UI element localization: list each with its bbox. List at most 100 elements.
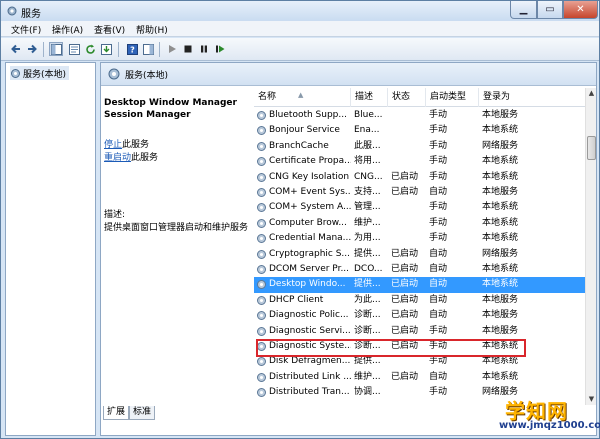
table-row[interactable]: DCOM Server Pr... DCO... 已启动 自动 本地系统 bbox=[254, 262, 585, 277]
scroll-up-icon[interactable]: ▲ bbox=[586, 88, 597, 99]
service-description: 提供... bbox=[354, 279, 381, 290]
service-startup-type: 手动 bbox=[429, 202, 448, 213]
tree-item-services-local[interactable]: 服务(本地) bbox=[10, 66, 70, 80]
table-row[interactable]: Certificate Propa... 将用... 手动 本地系统 bbox=[254, 154, 585, 169]
restart-service-link[interactable]: 重启动 bbox=[104, 153, 131, 163]
maximize-button[interactable]: ▭ bbox=[537, 1, 563, 19]
pause-icon bbox=[201, 45, 207, 53]
back-button[interactable] bbox=[9, 42, 23, 56]
export-list-button[interactable] bbox=[99, 42, 113, 56]
selected-row-highlight bbox=[256, 339, 526, 357]
service-status bbox=[391, 200, 427, 215]
content-pane: 服务(本地) Desktop Window Manager Session Ma… bbox=[100, 62, 597, 436]
watermark-logo: 学知网 www.jmqz1000.com bbox=[495, 395, 600, 437]
forward-button[interactable] bbox=[25, 42, 39, 56]
console-tree-icon bbox=[50, 43, 62, 55]
menu-file[interactable]: 文件(F) bbox=[11, 23, 41, 36]
show-hide-action-pane-button[interactable] bbox=[141, 42, 155, 56]
service-description: CNG... bbox=[354, 171, 383, 182]
service-gear-icon bbox=[257, 234, 266, 244]
column-header-status[interactable]: 状态 bbox=[388, 88, 426, 107]
pause-service-button[interactable] bbox=[197, 42, 211, 56]
service-description: 支持... bbox=[354, 187, 381, 197]
stop-service-button[interactable] bbox=[181, 42, 195, 56]
service-gear-icon bbox=[257, 111, 266, 120]
watermark-url: www.jmqz1000.com bbox=[499, 420, 600, 431]
service-description: 协调... bbox=[354, 387, 381, 398]
service-title: Desktop Window Manager Session Manager bbox=[104, 97, 249, 121]
tab-extended[interactable]: 扩展 bbox=[103, 406, 130, 420]
minimize-button[interactable]: ▁ bbox=[510, 1, 537, 19]
table-row[interactable]: BranchCache 此服... 手动 网络服务 bbox=[254, 139, 585, 154]
column-header-description[interactable]: 描述 bbox=[351, 88, 388, 107]
service-status bbox=[391, 216, 427, 231]
table-row[interactable]: Cryptographic S... 提供... 已启动 自动 网络服务 bbox=[254, 247, 585, 262]
menu-action[interactable]: 操作(A) bbox=[52, 23, 83, 36]
table-row[interactable]: Distributed Link ... 维护... 已启动 自动 本地系统 bbox=[254, 370, 585, 385]
menu-bar: 文件(F) 操作(A) 查看(V) 帮助(H) bbox=[1, 21, 599, 37]
service-gear-icon bbox=[257, 218, 266, 228]
toolbar-separator bbox=[118, 42, 119, 57]
table-row[interactable]: COM+ Event Sys... 支持... 已启动 自动 本地服务 bbox=[254, 185, 585, 200]
service-status: 已启动 bbox=[391, 187, 419, 197]
stop-icon bbox=[184, 45, 192, 53]
table-row[interactable]: Desktop Windo... 提供... 已启动 自动 本地系统 bbox=[254, 277, 585, 293]
service-name: DHCP Client bbox=[269, 294, 324, 305]
service-gear-icon bbox=[257, 172, 266, 182]
table-row[interactable]: Computer Brow... 维护... 手动 本地系统 bbox=[254, 216, 585, 231]
table-row[interactable]: Bonjour Service Ena... 手动 本地系统 bbox=[254, 123, 585, 138]
service-name: Distributed Tran... bbox=[269, 387, 350, 398]
export-list-icon bbox=[100, 43, 112, 55]
service-description: 诊断... bbox=[354, 310, 381, 321]
service-log-on-as: 网络服务 bbox=[482, 248, 519, 259]
column-header-startup-type[interactable]: 启动类型 bbox=[426, 88, 479, 107]
service-gear-icon bbox=[257, 126, 266, 136]
refresh-icon bbox=[85, 44, 95, 54]
refresh-button[interactable] bbox=[83, 42, 97, 56]
service-status: 已启动 bbox=[391, 325, 419, 336]
service-description: DCO... bbox=[354, 264, 383, 274]
service-description: 将用... bbox=[354, 156, 381, 167]
table-row[interactable]: COM+ System A... 管理... 手动 本地系统 bbox=[254, 200, 585, 215]
close-button[interactable]: ✕ bbox=[563, 1, 598, 19]
column-header-name[interactable]: 名称 ▲ bbox=[254, 88, 351, 107]
tab-standard[interactable]: 标准 bbox=[129, 406, 156, 420]
stop-service-link[interactable]: 停止 bbox=[104, 140, 122, 150]
service-title-line: Session Manager bbox=[104, 110, 191, 120]
table-row[interactable]: DHCP Client 为此... 已启动 自动 本地服务 bbox=[254, 293, 585, 308]
help-button[interactable]: ? bbox=[125, 42, 139, 56]
service-startup-type: 自动 bbox=[429, 187, 448, 197]
service-gear-icon bbox=[257, 388, 266, 398]
menu-help[interactable]: 帮助(H) bbox=[136, 23, 168, 36]
menu-view[interactable]: 查看(V) bbox=[94, 23, 125, 36]
service-gear-icon bbox=[257, 265, 266, 274]
table-row[interactable]: Diagnostic Servi... 诊断... 已启动 手动 本地服务 bbox=[254, 324, 585, 339]
table-row[interactable]: Diagnostic Polic... 诊断... 已启动 自动 本地服务 bbox=[254, 308, 585, 323]
start-service-button[interactable] bbox=[165, 42, 179, 56]
service-name: BranchCache bbox=[269, 140, 329, 151]
service-startup-type: 自动 bbox=[429, 279, 448, 290]
table-row[interactable]: CNG Key Isolation CNG... 已启动 手动 本地系统 bbox=[254, 170, 585, 185]
table-row[interactable]: Bluetooth Supp... Blue... 手动 本地服务 bbox=[254, 108, 585, 123]
vertical-scrollbar[interactable]: ▲ ▼ bbox=[585, 88, 596, 405]
service-log-on-as: 本地服务 bbox=[482, 187, 519, 197]
content-header: 服务(本地) bbox=[101, 63, 596, 86]
service-log-on-as: 本地服务 bbox=[482, 294, 519, 305]
restart-service-button[interactable] bbox=[213, 42, 227, 56]
service-description: 维护... bbox=[354, 217, 381, 228]
service-gear-icon bbox=[257, 141, 266, 151]
column-header-log-on-as[interactable]: 登录为 bbox=[479, 88, 585, 107]
minimize-icon: ▁ bbox=[519, 4, 528, 15]
title-bar[interactable]: 服务 ▁ ▭ ✕ bbox=[1, 1, 599, 21]
service-description: 诊断... bbox=[354, 325, 381, 336]
service-startup-type: 手动 bbox=[429, 217, 448, 228]
service-startup-type: 自动 bbox=[429, 371, 448, 382]
service-log-on-as: 本地系统 bbox=[482, 125, 519, 136]
console-tree-button[interactable] bbox=[49, 42, 63, 56]
properties-button[interactable] bbox=[67, 42, 81, 56]
table-row[interactable]: Credential Mana... 为用... 手动 本地系统 bbox=[254, 231, 585, 246]
service-status bbox=[391, 108, 427, 123]
service-status: 已启动 bbox=[391, 264, 419, 274]
service-status bbox=[391, 123, 427, 138]
scroll-thumb[interactable] bbox=[587, 136, 596, 160]
